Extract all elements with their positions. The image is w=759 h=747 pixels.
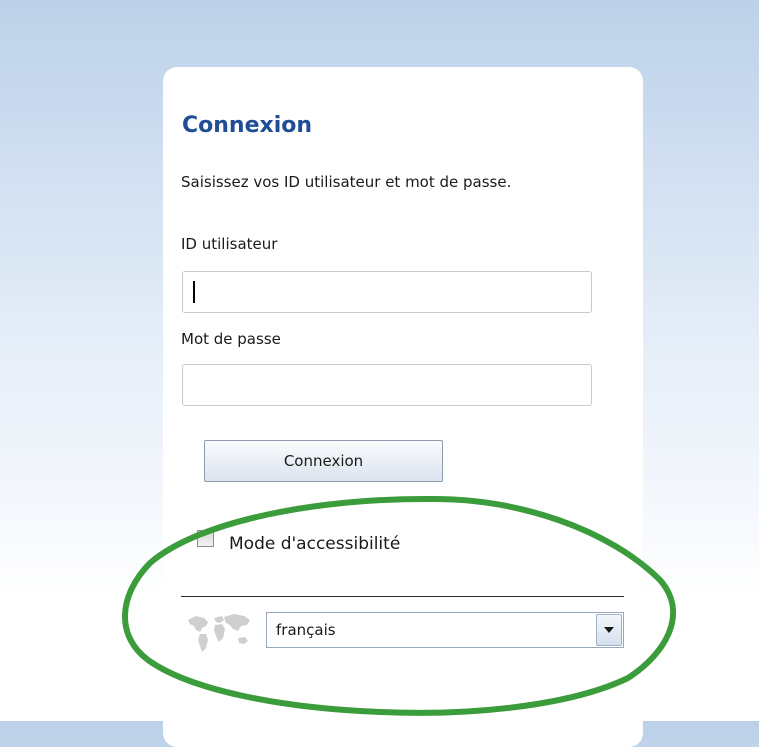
login-button[interactable]: Connexion [204, 440, 443, 482]
accessibility-mode-label: Mode d'accessibilité [229, 534, 401, 554]
login-instructions: Saisissez vos ID utilisateur et mot de p… [181, 173, 512, 191]
user-id-input[interactable] [182, 271, 592, 313]
dropdown-button[interactable] [596, 614, 622, 646]
world-map-icon [188, 614, 250, 652]
page-title: Connexion [182, 113, 313, 138]
user-id-label: ID utilisateur [181, 235, 278, 253]
accessibility-mode-checkbox[interactable] [197, 530, 214, 547]
password-input[interactable] [182, 364, 592, 406]
divider [181, 596, 624, 597]
chevron-down-icon [604, 627, 614, 633]
password-label: Mot de passe [181, 330, 281, 348]
text-caret [193, 281, 195, 303]
language-select-value: français [276, 621, 336, 639]
language-select[interactable]: français [266, 612, 624, 648]
